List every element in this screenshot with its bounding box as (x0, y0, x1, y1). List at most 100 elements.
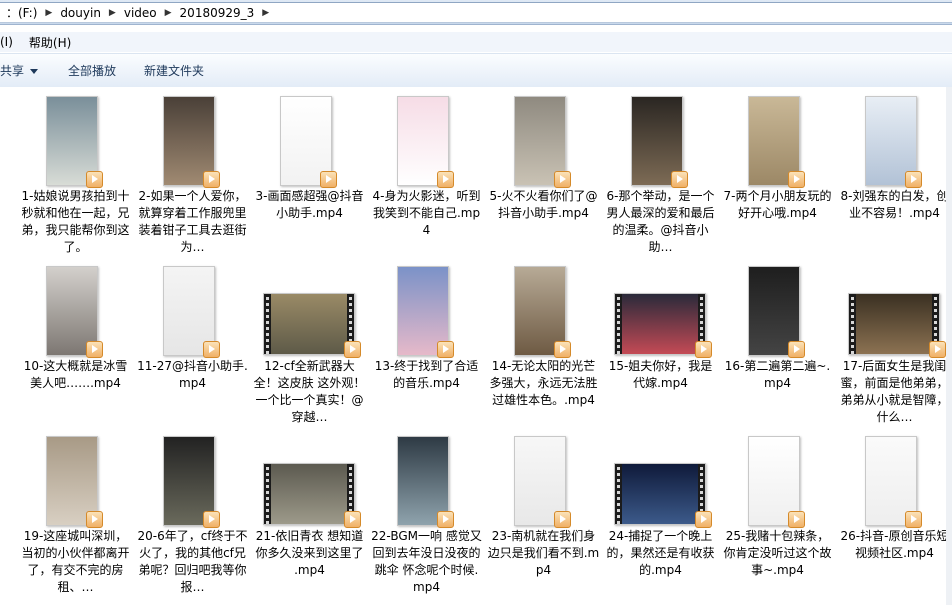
video-thumbnail[interactable] (368, 95, 485, 188)
video-thumbnail[interactable] (251, 435, 368, 528)
play-icon (437, 171, 454, 188)
video-thumbnail[interactable] (251, 265, 368, 358)
file-item[interactable]: 8-刘强东的白发，创业不容易！.mp4 (836, 95, 952, 265)
video-thumbnail[interactable] (134, 265, 251, 358)
file-item[interactable]: 4-身为火影迷，听到我笑到不能自己.mp4 (368, 95, 485, 265)
file-item[interactable]: 5-火不火看你们了@抖音小助手.mp4 (485, 95, 602, 265)
file-name: 16-第二遍第二遍~.mp4 (724, 359, 831, 390)
video-thumbnail[interactable] (17, 95, 134, 188)
file-item[interactable]: 10-这大概就是冰雪美人吧…….mp4 (17, 265, 134, 435)
play-icon (344, 341, 361, 358)
file-item[interactable]: 26-抖音-原创音乐短视频社区.mp4 (836, 435, 952, 605)
film-strip-icon (264, 294, 271, 354)
video-thumbnail[interactable] (485, 95, 602, 188)
file-grid: 1-姑娘说男孩拍到十秒就和他在一起，兄弟，我只能帮你到这了。 2-如果一个人爱你，… (17, 95, 952, 605)
file-name: 10-这大概就是冰雪美人吧…….mp4 (23, 359, 128, 390)
play-icon (86, 511, 103, 528)
thumbnail-image (614, 463, 706, 525)
thumbnail-image (614, 293, 706, 355)
file-name: 15-姐夫你好，我是代嫁.mp4 (608, 359, 713, 390)
video-thumbnail[interactable] (368, 265, 485, 358)
file-item[interactable]: 2-如果一个人爱你，就算穿着工作服兜里装着钳子工具去逛街为… (134, 95, 251, 265)
chevron-right-icon[interactable]: ▶ (43, 8, 54, 18)
thumbnail-image (263, 293, 355, 355)
video-thumbnail[interactable] (836, 435, 952, 528)
film-strip-icon (849, 294, 856, 354)
file-name: 22-BGM一响 感觉又回到去年没日没夜的跳伞 怀念呢个时候.mp4 (371, 529, 482, 594)
file-item[interactable]: 24-捕捉了一个晚上的，果然还是有收获的.mp4 (602, 435, 719, 605)
file-name: 12-cf全新武器大全！这皮肤 这外观！一个比一个真实！@穿越… (253, 359, 366, 424)
menu-bar: (I) 帮助(H) (0, 32, 952, 52)
video-thumbnail[interactable] (485, 265, 602, 358)
file-item[interactable]: 19-这座城叫深圳，当初的小伙伴都离开了，有交不完的房租、… (17, 435, 134, 605)
play-all-button[interactable]: 全部播放 (54, 62, 130, 79)
video-thumbnail[interactable] (836, 265, 952, 358)
file-item[interactable]: 16-第二遍第二遍~.mp4 (719, 265, 836, 435)
video-thumbnail[interactable] (602, 95, 719, 188)
video-thumbnail[interactable] (368, 435, 485, 528)
play-icon (203, 511, 220, 528)
new-folder-button[interactable]: 新建文件夹 (130, 62, 218, 79)
play-icon (437, 341, 454, 358)
share-button[interactable]: 共享 (0, 62, 54, 79)
video-thumbnail[interactable] (17, 265, 134, 358)
file-item[interactable]: 22-BGM一响 感觉又回到去年没日没夜的跳伞 怀念呢个时候.mp4 (368, 435, 485, 605)
menu-item[interactable]: (I) (0, 35, 21, 49)
file-item[interactable]: 3-画面感超强@抖音小助手.mp4 (251, 95, 368, 265)
play-icon (695, 511, 712, 528)
chevron-right-icon[interactable]: ▶ (163, 8, 174, 18)
menu-item[interactable]: 帮助(H) (21, 34, 79, 51)
play-icon (203, 341, 220, 358)
vertical-scrollbar[interactable] (946, 87, 952, 605)
chevron-right-icon[interactable]: ▶ (260, 8, 271, 18)
file-item[interactable]: 25-我赌十包辣条，你肯定没听过这个故事~.mp4 (719, 435, 836, 605)
file-item[interactable]: 6-那个举动，是一个男人最深的爱和最后的温柔。@抖音小助… (602, 95, 719, 265)
file-item[interactable]: 17-后面女生是我闺蜜，前面是他弟弟，弟弟从小就是智障，什么… (836, 265, 952, 435)
file-name: 2-如果一个人爱你，就算穿着工作服兜里装着钳子工具去逛街为… (138, 189, 247, 254)
file-item[interactable]: 15-姐夫你好，我是代嫁.mp4 (602, 265, 719, 435)
file-list-view[interactable]: 1-姑娘说男孩拍到十秒就和他在一起，兄弟，我只能帮你到这了。 2-如果一个人爱你，… (0, 87, 952, 605)
video-thumbnail[interactable] (602, 435, 719, 528)
video-thumbnail[interactable] (602, 265, 719, 358)
breadcrumb-item[interactable]: 20180929_3 (174, 6, 261, 20)
file-item[interactable]: 20-6年了，cf终于不火了，我的其他cf兄弟呢？回归吧我等你报… (134, 435, 251, 605)
play-icon (554, 341, 571, 358)
breadcrumb-item[interactable]: video (118, 6, 163, 20)
file-item[interactable]: 21-依旧青衣 想知道你多久没来到这里了 .mp4 (251, 435, 368, 605)
breadcrumb-item[interactable]: ：(F:) (0, 4, 43, 21)
breadcrumb[interactable]: ：(F:) ▶ douyin ▶ video ▶ 20180929_3 ▶ (0, 2, 952, 23)
video-thumbnail[interactable] (719, 265, 836, 358)
file-item[interactable]: 12-cf全新武器大全！这皮肤 这外观！一个比一个真实！@穿越… (251, 265, 368, 435)
file-name: 3-画面感超强@抖音小助手.mp4 (255, 189, 364, 220)
play-icon (929, 341, 946, 358)
video-thumbnail[interactable] (719, 95, 836, 188)
file-name: 23-南机就在我们身边只是我们看不到.mp4 (487, 529, 600, 577)
play-icon (554, 511, 571, 528)
chevron-right-icon[interactable]: ▶ (107, 8, 118, 18)
video-thumbnail[interactable] (485, 435, 602, 528)
file-item[interactable]: 11-27@抖音小助手.mp4 (134, 265, 251, 435)
file-name: 7-两个月小朋友玩的好开心哦.mp4 (723, 189, 832, 220)
file-name: 4-身为火影迷，听到我笑到不能自己.mp4 (372, 189, 481, 237)
file-item[interactable]: 1-姑娘说男孩拍到十秒就和他在一起，兄弟，我只能帮你到这了。 (17, 95, 134, 265)
play-icon (86, 341, 103, 358)
file-item[interactable]: 13-终于找到了合适的音乐.mp4 (368, 265, 485, 435)
share-label: 共享 (0, 64, 25, 78)
play-icon (320, 171, 337, 188)
video-thumbnail[interactable] (17, 435, 134, 528)
video-thumbnail[interactable] (134, 435, 251, 528)
video-thumbnail[interactable] (251, 95, 368, 188)
breadcrumb-item[interactable]: douyin (54, 6, 107, 20)
video-thumbnail[interactable] (134, 95, 251, 188)
play-icon (344, 511, 361, 528)
file-name: 13-终于找到了合适的音乐.mp4 (374, 359, 479, 390)
video-thumbnail[interactable] (836, 95, 952, 188)
video-thumbnail[interactable] (719, 435, 836, 528)
toolbar: 共享 全部播放 新建文件夹 (0, 53, 952, 88)
file-item[interactable]: 14-无论太阳的光芒多强大，永远无法胜过雄性本色。.mp4 (485, 265, 602, 435)
file-name: 21-依旧青衣 想知道你多久没来到这里了 .mp4 (255, 529, 364, 577)
file-name: 20-6年了，cf终于不火了，我的其他cf兄弟呢？回归吧我等你报… (137, 529, 248, 594)
file-item[interactable]: 7-两个月小朋友玩的好开心哦.mp4 (719, 95, 836, 265)
file-name: 11-27@抖音小助手.mp4 (137, 359, 248, 390)
file-item[interactable]: 23-南机就在我们身边只是我们看不到.mp4 (485, 435, 602, 605)
